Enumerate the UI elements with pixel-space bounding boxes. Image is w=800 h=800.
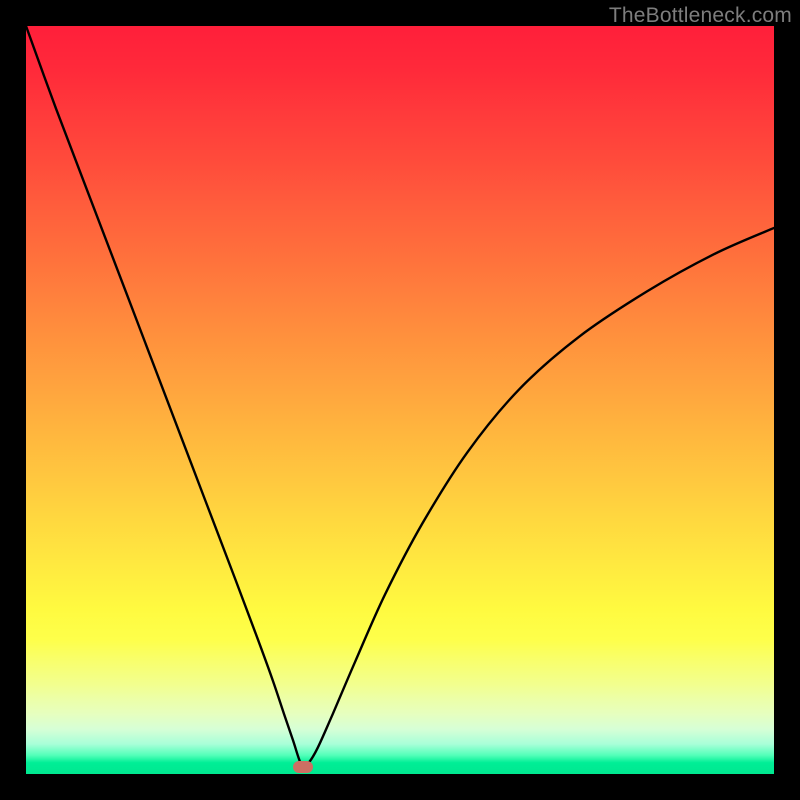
curve-path (26, 26, 774, 767)
optimal-marker (293, 761, 313, 773)
watermark-text: TheBottleneck.com (609, 4, 792, 28)
chart-frame: TheBottleneck.com (0, 0, 800, 800)
plot-area (26, 26, 774, 774)
bottleneck-curve (26, 26, 774, 774)
